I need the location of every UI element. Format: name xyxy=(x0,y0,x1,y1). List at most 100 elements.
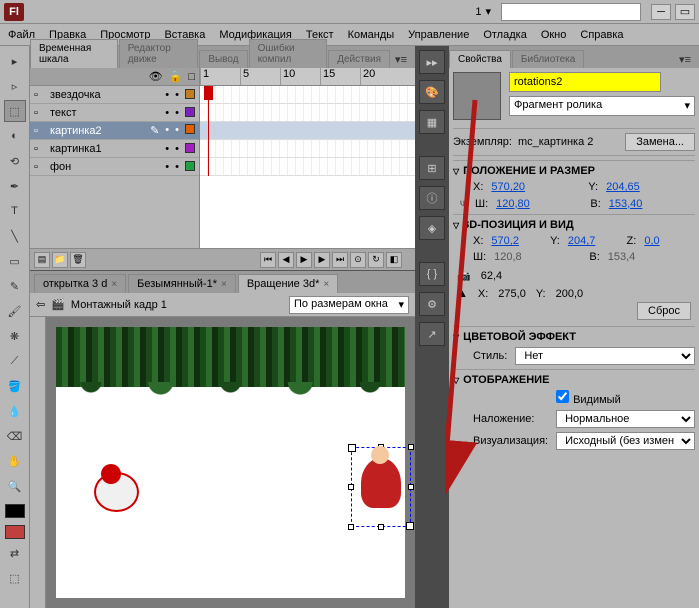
prev-frame-button[interactable]: ◀ xyxy=(278,252,294,268)
document-tab[interactable]: Вращение 3d*× xyxy=(238,274,338,293)
frame-ruler[interactable]: 15101520 xyxy=(200,68,415,86)
playhead[interactable] xyxy=(208,86,209,176)
collapse-icon[interactable]: ▽ xyxy=(453,221,459,230)
eraser-tool[interactable]: ⌫ xyxy=(4,425,26,447)
document-tab[interactable]: открытка 3 d× xyxy=(34,274,126,293)
delete-layer-button[interactable]: 🗑 xyxy=(70,252,86,268)
stage[interactable] xyxy=(56,327,405,598)
close-tab-icon[interactable]: × xyxy=(323,279,329,290)
tab-actions[interactable]: Действия xyxy=(328,50,390,68)
y-value[interactable]: 204,65 xyxy=(606,181,695,193)
new-folder-button[interactable]: 📁 xyxy=(52,252,68,268)
lock-dot[interactable]: • xyxy=(175,124,179,137)
pen-tool[interactable]: ✒ xyxy=(4,175,26,197)
instance-name-input[interactable] xyxy=(509,72,661,92)
deco-tool[interactable]: ❋ xyxy=(4,325,26,347)
collapse-icon[interactable]: ▽ xyxy=(453,167,459,176)
layer-row[interactable]: ▫фон•• xyxy=(30,158,199,176)
eyedropper-tool[interactable]: 💧 xyxy=(4,400,26,422)
lock-dot[interactable]: • xyxy=(175,89,179,101)
lock-dot[interactable]: • xyxy=(175,161,179,173)
stroke-color-swatch[interactable] xyxy=(5,504,25,518)
maximize-button[interactable]: ▭ xyxy=(675,4,695,20)
last-frame-button[interactable]: ⏭ xyxy=(332,252,348,268)
collapse-icon[interactable]: ▽ xyxy=(453,333,459,342)
menu-commands[interactable]: Команды xyxy=(348,29,395,41)
reset-button[interactable]: Сброс xyxy=(637,302,691,320)
santa-sprite-selected[interactable] xyxy=(351,447,411,527)
zoom-select[interactable]: По размерам окна ▾ xyxy=(289,296,409,314)
hand-tool[interactable]: ✋ xyxy=(4,450,26,472)
visibility-dot[interactable]: • xyxy=(165,124,169,137)
swatches-panel-icon[interactable]: ▦ xyxy=(419,110,445,134)
tab-library[interactable]: Библиотека xyxy=(512,50,584,68)
perspective-value[interactable]: 62,4 xyxy=(481,270,502,282)
motion-presets-icon[interactable]: ↗ xyxy=(419,322,445,346)
blend-select[interactable]: Нормальное xyxy=(556,410,695,428)
text-tool[interactable]: T xyxy=(4,200,26,222)
visibility-dot[interactable]: • xyxy=(165,143,169,155)
outline-color-swatch[interactable] xyxy=(185,161,195,171)
symbol-type-select[interactable]: Фрагмент ролика▾ xyxy=(509,96,695,116)
tab-compiler-errors[interactable]: Ошибки компил xyxy=(249,39,328,68)
subselection-tool[interactable]: ▹ xyxy=(4,75,26,97)
workspace-dropdown-icon[interactable]: ▾ xyxy=(485,5,491,18)
brush-tool[interactable]: 🖌 xyxy=(4,300,26,322)
rectangle-tool[interactable]: ▭ xyxy=(4,250,26,272)
first-frame-button[interactable]: ⏮ xyxy=(260,252,276,268)
frame-row[interactable] xyxy=(200,104,415,122)
render-select[interactable]: Исходный (без изменений) xyxy=(556,432,695,450)
sheep-sprite[interactable] xyxy=(86,457,146,537)
frame-row[interactable] xyxy=(200,86,415,104)
style-select[interactable]: Нет xyxy=(515,347,695,365)
outline-color-swatch[interactable] xyxy=(185,89,195,99)
visibility-dot[interactable]: • xyxy=(165,89,169,101)
lasso-tool[interactable]: ⟲ xyxy=(4,150,26,172)
new-layer-button[interactable]: ▤ xyxy=(34,252,50,268)
visibility-dot[interactable]: • xyxy=(165,107,169,119)
rail-expand-icon[interactable]: ▸▸ xyxy=(419,50,445,74)
collapse-icon[interactable]: ▽ xyxy=(453,376,459,385)
align-panel-icon[interactable]: ⊞ xyxy=(419,156,445,180)
outline-color-swatch[interactable] xyxy=(185,124,195,134)
vp-x-value[interactable]: 275,0 xyxy=(498,288,526,300)
zoom-tool[interactable]: 🔍 xyxy=(4,475,26,497)
swap-button[interactable]: Замена... xyxy=(625,133,695,151)
frame-row[interactable] xyxy=(200,140,415,158)
lock-dot[interactable]: • xyxy=(175,143,179,155)
tab-motion-editor[interactable]: Редактор движе xyxy=(119,39,199,68)
lock-dot[interactable]: • xyxy=(175,107,179,119)
w-value[interactable]: 120,80 xyxy=(496,198,582,210)
close-tab-icon[interactable]: × xyxy=(111,279,117,290)
center-frame-button[interactable]: ⊙ xyxy=(350,252,366,268)
next-frame-button[interactable]: ▶ xyxy=(314,252,330,268)
search-input[interactable] xyxy=(501,3,641,21)
visible-checkbox[interactable] xyxy=(556,390,569,403)
props-panel-menu-icon[interactable]: ▾≡ xyxy=(675,51,695,68)
visible-checkbox-label[interactable]: Видимый xyxy=(556,390,695,406)
loop-button[interactable]: ↻ xyxy=(368,252,384,268)
menu-help[interactable]: Справка xyxy=(580,29,623,41)
3d-x-value[interactable]: 570,2 xyxy=(491,235,542,247)
minimize-button[interactable]: ─ xyxy=(651,4,671,20)
3d-z-value[interactable]: 0,0 xyxy=(644,235,695,247)
back-icon[interactable]: ⇦ xyxy=(36,298,45,311)
menu-debug[interactable]: Отладка xyxy=(483,29,526,41)
outline-column-icon[interactable]: □ xyxy=(188,71,195,83)
bone-tool[interactable]: ⟋ xyxy=(4,350,26,372)
color-panel-icon[interactable]: 🎨 xyxy=(419,80,445,104)
code-snippets-icon[interactable]: { } xyxy=(419,262,445,286)
onion-skin-button[interactable]: ◧ xyxy=(386,252,402,268)
tab-timeline[interactable]: Временная шкала xyxy=(30,39,118,68)
document-tab[interactable]: Безымянный-1*× xyxy=(128,274,236,293)
snap-option-icon[interactable]: ⬚ xyxy=(4,567,26,589)
lock-column-icon[interactable]: 🔒 xyxy=(169,70,183,83)
components-panel-icon[interactable]: ⚙ xyxy=(419,292,445,316)
layer-row[interactable]: ▫картинка1•• xyxy=(30,140,199,158)
frame-row[interactable] xyxy=(200,122,415,140)
3d-rotation-tool[interactable]: ◐ xyxy=(4,125,26,147)
h-value[interactable]: 153,40 xyxy=(609,198,695,210)
vp-y-value[interactable]: 200,0 xyxy=(556,288,584,300)
fill-color-swatch[interactable] xyxy=(5,525,25,539)
link-wh-icon[interactable]: ⟒ xyxy=(457,197,471,210)
